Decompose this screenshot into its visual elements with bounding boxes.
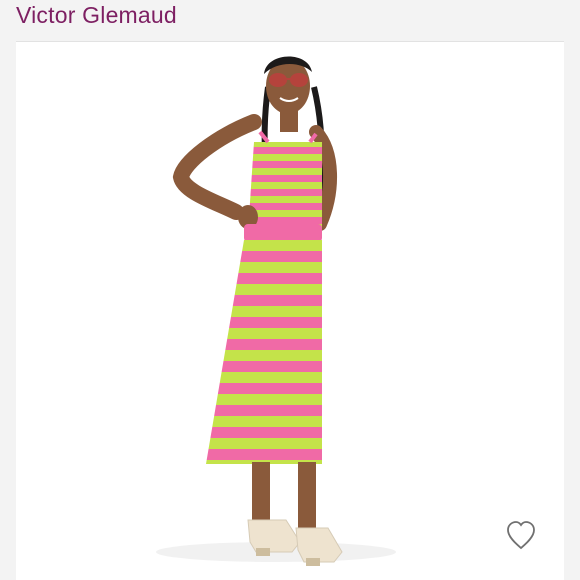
- like-button[interactable]: [505, 520, 537, 550]
- brand-name[interactable]: Victor Glemaud: [16, 0, 177, 30]
- top-bar: Victor Glemaud: [0, 0, 580, 42]
- heart-icon: [507, 521, 535, 550]
- model-photo-icon: [156, 56, 396, 566]
- product-photo[interactable]: [16, 42, 564, 580]
